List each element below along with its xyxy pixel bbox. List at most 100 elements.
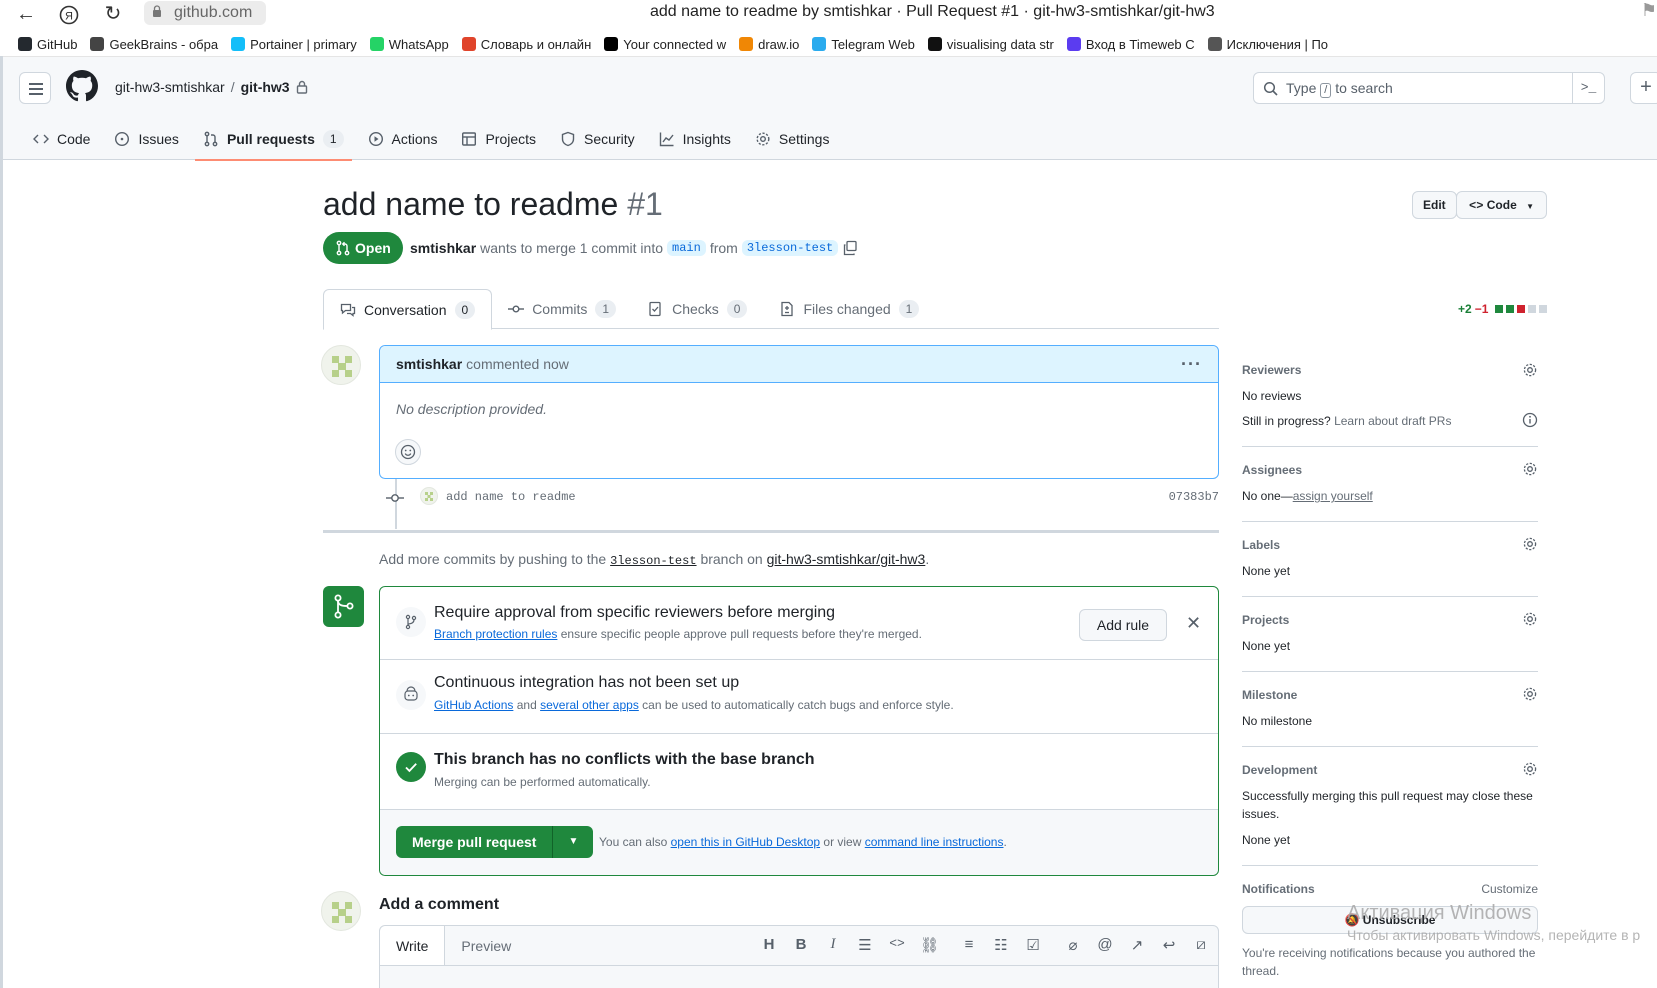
- branch-protection-link[interactable]: Branch protection rules: [434, 627, 557, 641]
- bookmark-item[interactable]: Telegram Web: [812, 34, 915, 54]
- tab-label: Insights: [682, 131, 731, 147]
- reload-icon[interactable]: ↻: [100, 2, 126, 28]
- push-hint-repo-link[interactable]: git-hw3-smtishkar/git-hw3: [767, 551, 926, 567]
- avatar[interactable]: [321, 891, 361, 931]
- assignees-heading[interactable]: Assignees: [1242, 463, 1538, 477]
- repo-owner-link[interactable]: git-hw3-smtishkar: [115, 79, 225, 95]
- attach-icon[interactable]: ⌀: [1064, 936, 1082, 954]
- draft-pr-link[interactable]: Learn about draft PRs: [1334, 414, 1451, 428]
- info-icon[interactable]: [1522, 412, 1538, 428]
- tab-projects[interactable]: Projects: [453, 119, 544, 159]
- bookmark-item[interactable]: GitHub: [18, 34, 77, 54]
- add-reaction-button[interactable]: [395, 439, 421, 465]
- reviewers-value: No reviews: [1242, 389, 1302, 403]
- avatar[interactable]: [321, 345, 361, 385]
- unordered-list-icon[interactable]: ☷: [992, 936, 1010, 954]
- tab-preview[interactable]: Preview: [445, 926, 527, 965]
- commit-sha-link[interactable]: 07383b7: [1169, 490, 1219, 504]
- hamburger-menu-button[interactable]: [19, 72, 51, 104]
- bookmark-item[interactable]: visualising data str: [927, 34, 1054, 54]
- tab-checks[interactable]: Checks 0: [632, 289, 763, 329]
- search-input[interactable]: Type / to search >_: [1253, 72, 1605, 104]
- tab-issues[interactable]: Issues: [106, 119, 186, 159]
- merge-options-chevron-icon[interactable]: ▼: [553, 826, 593, 858]
- bookmark-item[interactable]: GeekBrains - обра: [90, 34, 218, 54]
- create-new-button[interactable]: +: [1630, 72, 1657, 104]
- github-desktop-link[interactable]: open this in GitHub Desktop: [671, 835, 820, 849]
- tab-pull-requests[interactable]: Pull requests 1: [194, 119, 352, 161]
- tab-actions[interactable]: Actions: [360, 119, 446, 159]
- assign-yourself-link[interactable]: assign yourself: [1293, 489, 1373, 503]
- reviewers-heading[interactable]: Reviewers: [1242, 363, 1538, 377]
- graph-icon: [659, 132, 674, 147]
- address-bar[interactable]: github.com: [144, 1, 266, 25]
- gear-icon[interactable]: [1522, 686, 1538, 702]
- comment-author-link[interactable]: smtishkar: [396, 356, 462, 372]
- bookmark-item[interactable]: Your connected w: [604, 34, 726, 54]
- bookmark-item[interactable]: WhatsApp: [369, 34, 449, 54]
- back-arrow-icon[interactable]: ←: [13, 2, 39, 28]
- tab-insights[interactable]: Insights: [651, 119, 739, 159]
- link-icon[interactable]: ⛓: [920, 936, 939, 954]
- chevron-down-icon: ▼: [1526, 202, 1535, 211]
- quote-icon[interactable]: ☰: [856, 936, 874, 954]
- copy-icon[interactable]: [842, 240, 858, 256]
- github-logo-icon[interactable]: [66, 70, 98, 102]
- gear-icon[interactable]: [1522, 611, 1538, 627]
- add-rule-button[interactable]: Add rule: [1079, 609, 1167, 641]
- milestone-heading[interactable]: Milestone: [1242, 688, 1538, 702]
- gear-icon[interactable]: [1522, 536, 1538, 552]
- tab-write[interactable]: Write: [380, 926, 446, 965]
- edit-title-button[interactable]: Edit: [1412, 191, 1457, 219]
- italic-icon[interactable]: I: [824, 936, 842, 954]
- ordered-list-icon[interactable]: ≡: [960, 936, 978, 954]
- gear-icon[interactable]: [1522, 461, 1538, 477]
- customize-link[interactable]: Customize: [1481, 882, 1538, 896]
- bookmark-item[interactable]: Исключения | По: [1207, 34, 1328, 54]
- yandex-logo-icon[interactable]: Я: [56, 2, 82, 28]
- tab-conversation[interactable]: Conversation 0: [323, 289, 493, 330]
- tab-commits[interactable]: Commits 1: [492, 289, 632, 329]
- kebab-menu-icon[interactable]: ···: [1181, 354, 1202, 375]
- tab-code[interactable]: Code: [25, 119, 98, 159]
- development-heading[interactable]: Development: [1242, 763, 1538, 777]
- bookmark-flag-icon[interactable]: ⚑: [1641, 0, 1657, 21]
- commit-author-avatar[interactable]: [420, 487, 438, 505]
- bookmark-item[interactable]: Словарь и онлайн: [461, 34, 591, 54]
- base-branch[interactable]: main: [667, 240, 706, 256]
- mention-icon[interactable]: @: [1096, 936, 1114, 954]
- labels-heading[interactable]: Labels: [1242, 538, 1538, 552]
- head-branch[interactable]: 3lesson-test: [741, 240, 839, 256]
- commit-message-link[interactable]: add name to readme: [446, 490, 576, 504]
- github-actions-link[interactable]: GitHub Actions: [434, 698, 513, 712]
- windows-activation-text: Чтобы активировать Windows, перейдите в …: [1347, 927, 1641, 943]
- projects-heading[interactable]: Projects: [1242, 613, 1538, 627]
- comment-timestamp[interactable]: commented now: [466, 356, 569, 372]
- cross-reference-icon[interactable]: ↗: [1128, 936, 1146, 954]
- command-palette-icon[interactable]: >_: [1572, 73, 1604, 103]
- heading-icon[interactable]: H: [760, 936, 778, 954]
- code-icon[interactable]: <>: [888, 936, 906, 954]
- assignees-value: No one—assign yourself: [1242, 487, 1538, 505]
- bookmark-item[interactable]: draw.io: [739, 34, 799, 54]
- gear-icon[interactable]: [1522, 362, 1538, 378]
- tab-security[interactable]: Security: [552, 119, 643, 159]
- merge-pull-request-button[interactable]: Merge pull request: [396, 826, 554, 858]
- bookmark-item[interactable]: Portainer | primary: [231, 34, 357, 54]
- gear-icon[interactable]: [1522, 761, 1538, 777]
- pr-author-link[interactable]: smtishkar: [410, 240, 476, 256]
- task-list-icon[interactable]: ☑: [1024, 936, 1042, 954]
- close-icon[interactable]: ✕: [1186, 613, 1201, 634]
- command-line-link[interactable]: command line instructions: [865, 835, 1004, 849]
- other-apps-link[interactable]: several other apps: [540, 698, 639, 712]
- push-hint-branch[interactable]: 3lesson-test: [610, 554, 696, 568]
- tab-files-changed[interactable]: Files changed 1: [763, 289, 935, 329]
- code-dropdown-button[interactable]: <> Code ▼: [1456, 191, 1548, 219]
- bookmark-item[interactable]: Вход в Timeweb C: [1066, 34, 1195, 54]
- slash-commands-icon[interactable]: ⧄: [1192, 936, 1210, 954]
- tab-settings[interactable]: Settings: [747, 119, 838, 159]
- reply-icon[interactable]: ↩: [1160, 936, 1178, 954]
- repo-name-link[interactable]: git-hw3: [241, 79, 290, 95]
- bold-icon[interactable]: B: [792, 936, 810, 954]
- bookmark-favicon-icon: [231, 37, 246, 51]
